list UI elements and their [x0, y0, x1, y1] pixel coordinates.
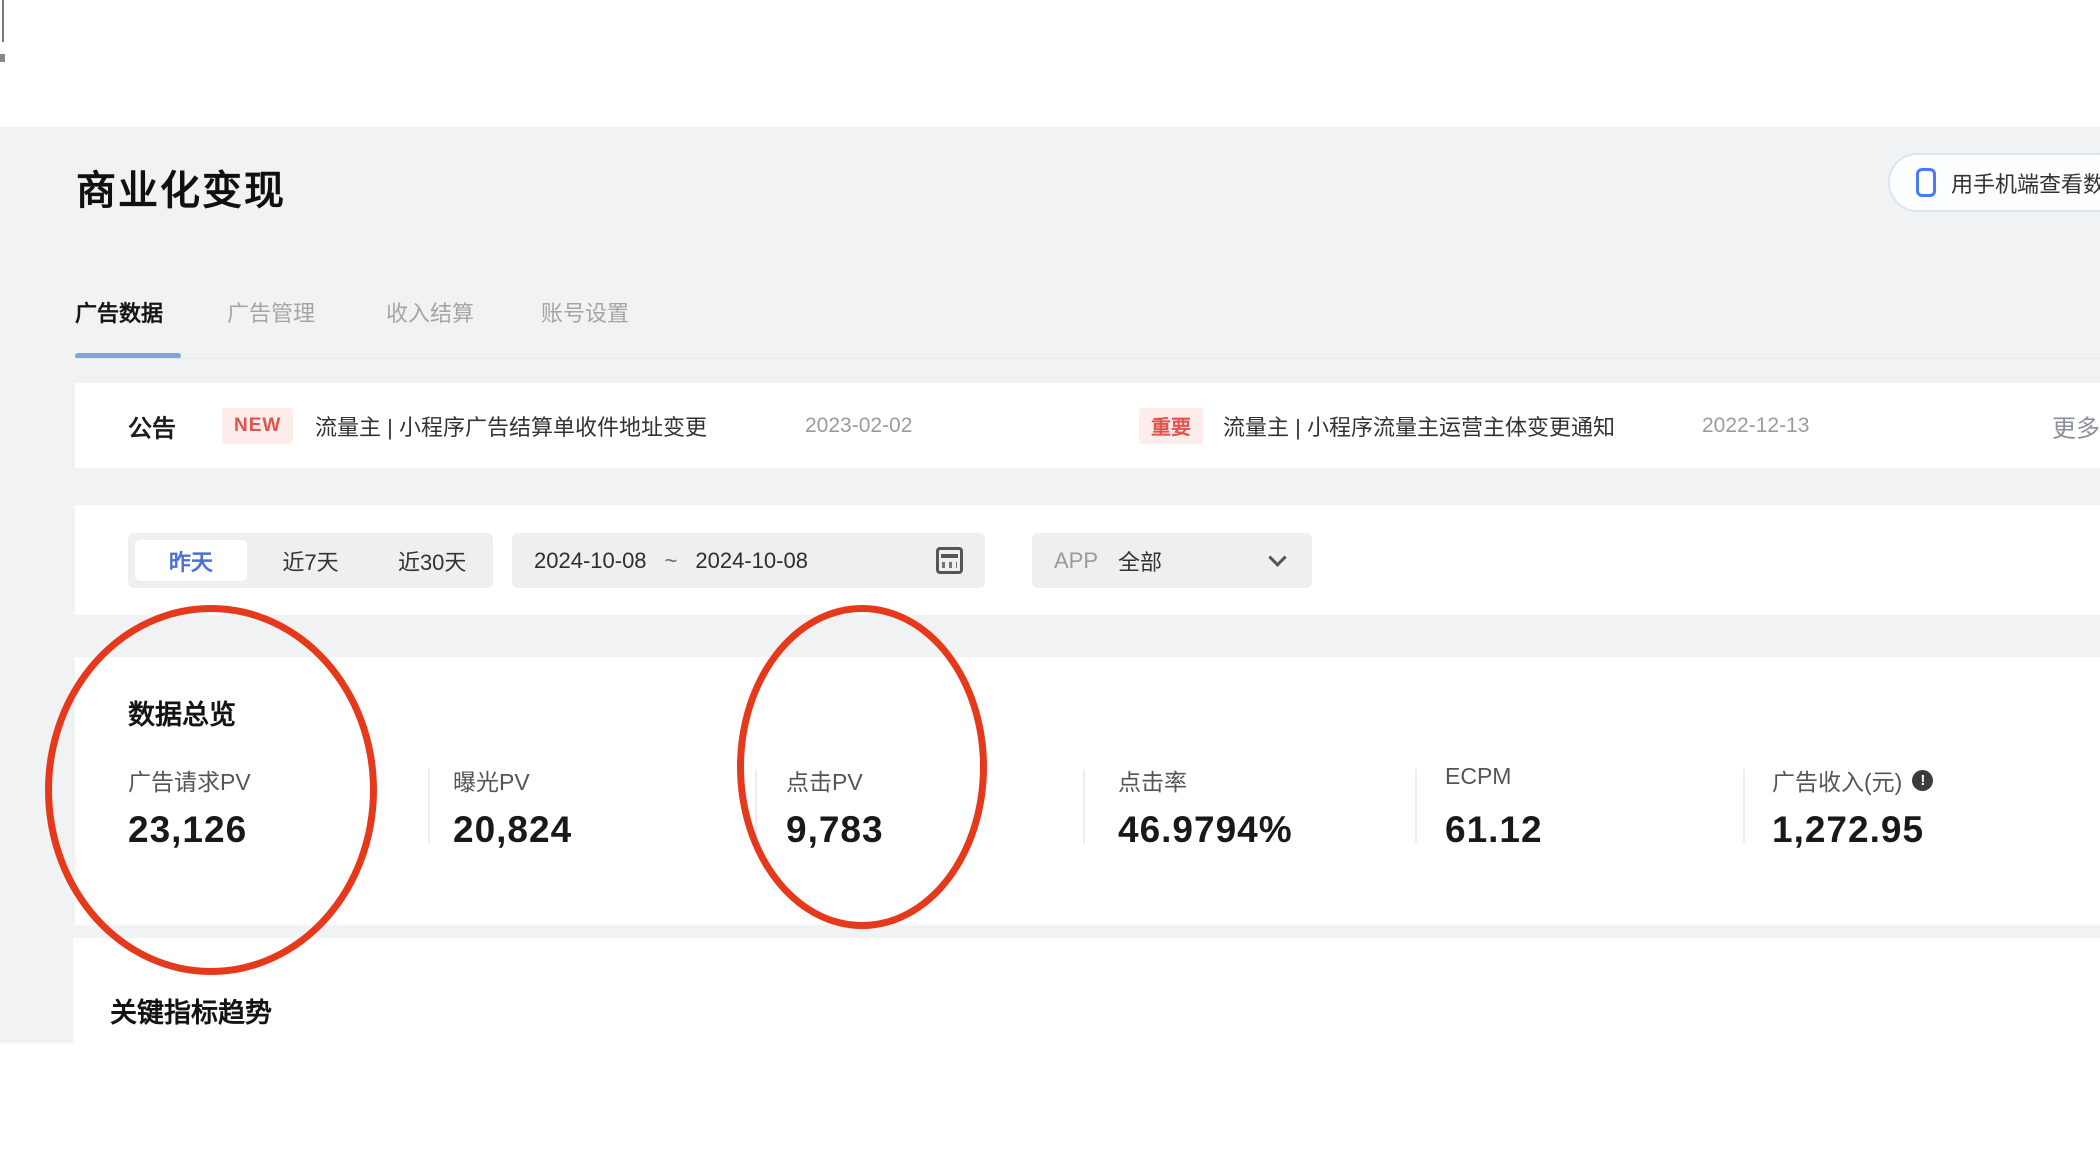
announcement-link[interactable]: 流量主 | 小程序流量主运营主体变更通知 — [1223, 410, 1615, 442]
date-range-picker[interactable]: 2024-10-08 ~ 2024-10-08 — [512, 533, 985, 588]
announcement-date: 2023-02-02 — [805, 413, 913, 437]
metric-value-ad-request-pv: 23,126 — [128, 809, 248, 850]
range-yesterday-label[interactable]: 昨天 — [135, 540, 247, 581]
new-badge: NEW — [222, 407, 294, 444]
metric-label-click-pv: 点击PV — [786, 769, 863, 795]
range-last-7-days-segment[interactable]: 近7天 — [250, 533, 372, 588]
metric-value-ad-income: 1,272.95 — [1772, 809, 1925, 850]
exclamation-info-icon[interactable]: ! — [1912, 769, 1934, 791]
announcement-more-link[interactable]: 更多 — [2052, 408, 2100, 443]
overview-heading: 数据总览 — [128, 700, 236, 730]
date-quick-range-segmented-control: 昨天 近7天 近30天 — [128, 533, 493, 588]
metric-value-impression-pv: 20,824 — [453, 809, 573, 850]
metric-value-click-pv: 9,783 — [786, 809, 884, 850]
window-edge-tick — [0, 54, 5, 62]
metric-value-ecpm: 61.12 — [1445, 809, 1543, 850]
tab-ad-management[interactable]: 广告管理 — [227, 296, 315, 328]
tab-ad-data[interactable]: 广告数据 — [75, 296, 163, 328]
metric-label-impression-pv: 曝光PV — [453, 769, 530, 795]
metric-label-ecpm: ECPM — [1445, 763, 1512, 789]
ad-income-label-text: 广告收入(元) — [1772, 769, 1903, 795]
metric-divider — [755, 769, 757, 843]
app-select-value: 全部 — [1118, 549, 1163, 575]
calendar-icon-grid — [942, 562, 957, 568]
window-edge-artifact — [2, 0, 4, 42]
calendar-icon-header — [941, 554, 958, 558]
announcement-link[interactable]: 流量主 | 小程序广告结算单收件地址变更 — [315, 410, 707, 442]
app-select-dropdown[interactable]: APP 全部 — [1032, 533, 1312, 588]
tabs-divider — [75, 358, 2100, 359]
metric-label-click-rate: 点击率 — [1118, 769, 1187, 795]
important-badge: 重要 — [1139, 407, 1203, 444]
view-on-mobile-button[interactable]: 用手机端查看数据 — [1888, 153, 2100, 212]
metric-divider — [1083, 769, 1085, 843]
metric-divider — [428, 769, 430, 843]
metric-value-click-rate: 46.9794% — [1118, 809, 1293, 850]
metric-label-ad-request-pv: 广告请求PV — [128, 769, 251, 795]
app-select-label: APP — [1054, 547, 1099, 573]
phone-icon — [1916, 168, 1936, 197]
metric-label-ad-income: 广告收入(元) ! — [1772, 763, 1934, 797]
range-last-30-days-segment[interactable]: 近30天 — [371, 533, 493, 588]
chevron-down-icon — [1268, 548, 1287, 567]
calendar-icon[interactable] — [936, 547, 963, 574]
filter-bar: 昨天 近7天 近30天 2024-10-08 ~ 2024-10-08 APP … — [75, 505, 2100, 615]
metric-divider — [1415, 769, 1417, 843]
page-title: 商业化变现 — [76, 169, 286, 213]
date-range-separator: ~ — [664, 547, 678, 573]
trend-heading: 关键指标趋势 — [110, 998, 272, 1028]
metric-divider — [1743, 769, 1745, 843]
announcement-bar: 公告 NEW 流量主 | 小程序广告结算单收件地址变更 2023-02-02 重… — [75, 383, 2100, 468]
view-on-mobile-label: 用手机端查看数据 — [1951, 171, 2100, 197]
data-overview-card: 数据总览 广告请求PV 23,126 曝光PV 20,824 点击PV 9,78… — [75, 657, 2100, 925]
tab-account-settings[interactable]: 账号设置 — [541, 296, 629, 328]
announcement-title: 公告 — [128, 415, 176, 442]
announcement-date: 2022-12-13 — [1702, 413, 1810, 437]
range-yesterday-segment[interactable]: 昨天 — [128, 533, 250, 588]
tab-income-settlement[interactable]: 收入结算 — [386, 296, 474, 328]
date-range-end[interactable]: 2024-10-08 — [695, 548, 808, 574]
key-metrics-trend-card: 关键指标趋势 — [73, 938, 2100, 1156]
date-range-start[interactable]: 2024-10-08 — [534, 548, 647, 574]
